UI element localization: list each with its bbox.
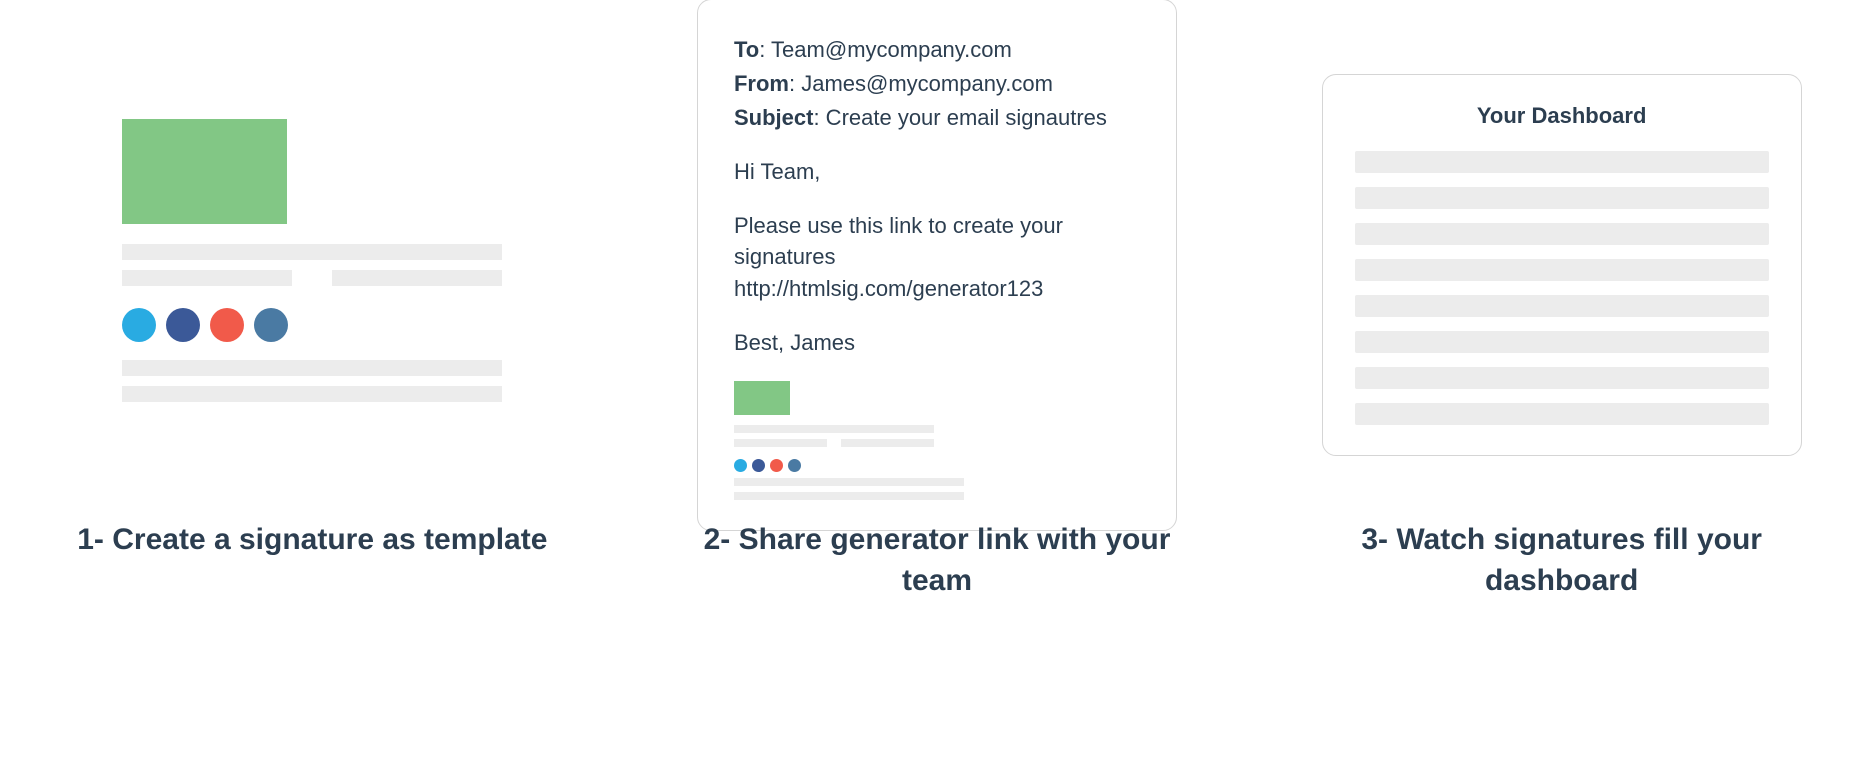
text-placeholder xyxy=(332,270,502,286)
facebook-icon xyxy=(166,308,200,342)
text-placeholder-row xyxy=(122,270,502,296)
step-3: Your Dashboard 3- Watch signatures fill … xyxy=(1302,40,1822,601)
email-card: To: Team@mycompany.com From: James@mycom… xyxy=(697,0,1177,531)
text-placeholder xyxy=(734,439,827,447)
dashboard-row xyxy=(1355,151,1769,173)
mini-signature xyxy=(734,381,1140,500)
step-2: To: Team@mycompany.com From: James@mycom… xyxy=(677,40,1197,601)
mini-social-icons xyxy=(734,459,1140,472)
google-icon xyxy=(210,308,244,342)
step-1: 1- Create a signature as template xyxy=(52,40,572,561)
email-subject-label: Subject xyxy=(734,105,813,130)
text-placeholder xyxy=(734,425,934,433)
facebook-icon xyxy=(752,459,765,472)
step-3-visual: Your Dashboard xyxy=(1302,40,1822,490)
linkedin-icon xyxy=(254,308,288,342)
step-3-caption: 3- Watch signatures fill your dashboard xyxy=(1302,520,1822,601)
step-2-visual: To: Team@mycompany.com From: James@mycom… xyxy=(677,40,1197,490)
dashboard-row xyxy=(1355,331,1769,353)
text-placeholder xyxy=(122,386,502,402)
dashboard-row xyxy=(1355,403,1769,425)
dashboard-row xyxy=(1355,187,1769,209)
text-placeholder xyxy=(122,244,502,260)
step-1-visual xyxy=(52,40,572,490)
email-body: Hi Team, Please use this link to create … xyxy=(734,156,1140,359)
dashboard-row xyxy=(1355,223,1769,245)
text-placeholder xyxy=(122,270,292,286)
email-from-value: : James@mycompany.com xyxy=(789,71,1053,96)
email-greeting: Hi Team, xyxy=(734,156,1140,188)
email-body-text: Please use this link to create your sign… xyxy=(734,210,1140,306)
email-subject-value: : Create your email signautres xyxy=(813,105,1106,130)
step-1-caption: 1- Create a signature as template xyxy=(77,520,547,561)
email-subject-line: Subject: Create your email signautres xyxy=(734,102,1140,134)
email-from-label: From xyxy=(734,71,789,96)
linkedin-icon xyxy=(788,459,801,472)
text-placeholder xyxy=(122,360,502,376)
email-from-line: From: James@mycompany.com xyxy=(734,68,1140,100)
dashboard-row xyxy=(1355,295,1769,317)
google-icon xyxy=(770,459,783,472)
twitter-icon xyxy=(734,459,747,472)
social-icons xyxy=(122,308,502,342)
mini-logo-placeholder xyxy=(734,381,790,415)
dashboard-row xyxy=(1355,367,1769,389)
dashboard-row xyxy=(1355,259,1769,281)
signature-template xyxy=(122,119,502,412)
twitter-icon xyxy=(122,308,156,342)
step-2-caption: 2- Share generator link with your team xyxy=(677,520,1197,601)
text-placeholder-row xyxy=(734,439,934,453)
dashboard-title: Your Dashboard xyxy=(1355,103,1769,129)
steps-container: 1- Create a signature as template To: Te… xyxy=(30,40,1844,728)
dashboard-card: Your Dashboard xyxy=(1322,74,1802,456)
email-to-label: To xyxy=(734,37,759,62)
email-signoff: Best, James xyxy=(734,327,1140,359)
text-placeholder xyxy=(734,478,964,486)
logo-placeholder xyxy=(122,119,287,224)
email-to-line: To: Team@mycompany.com xyxy=(734,34,1140,66)
email-to-value: : Team@mycompany.com xyxy=(759,37,1012,62)
text-placeholder xyxy=(734,492,964,500)
text-placeholder xyxy=(841,439,934,447)
